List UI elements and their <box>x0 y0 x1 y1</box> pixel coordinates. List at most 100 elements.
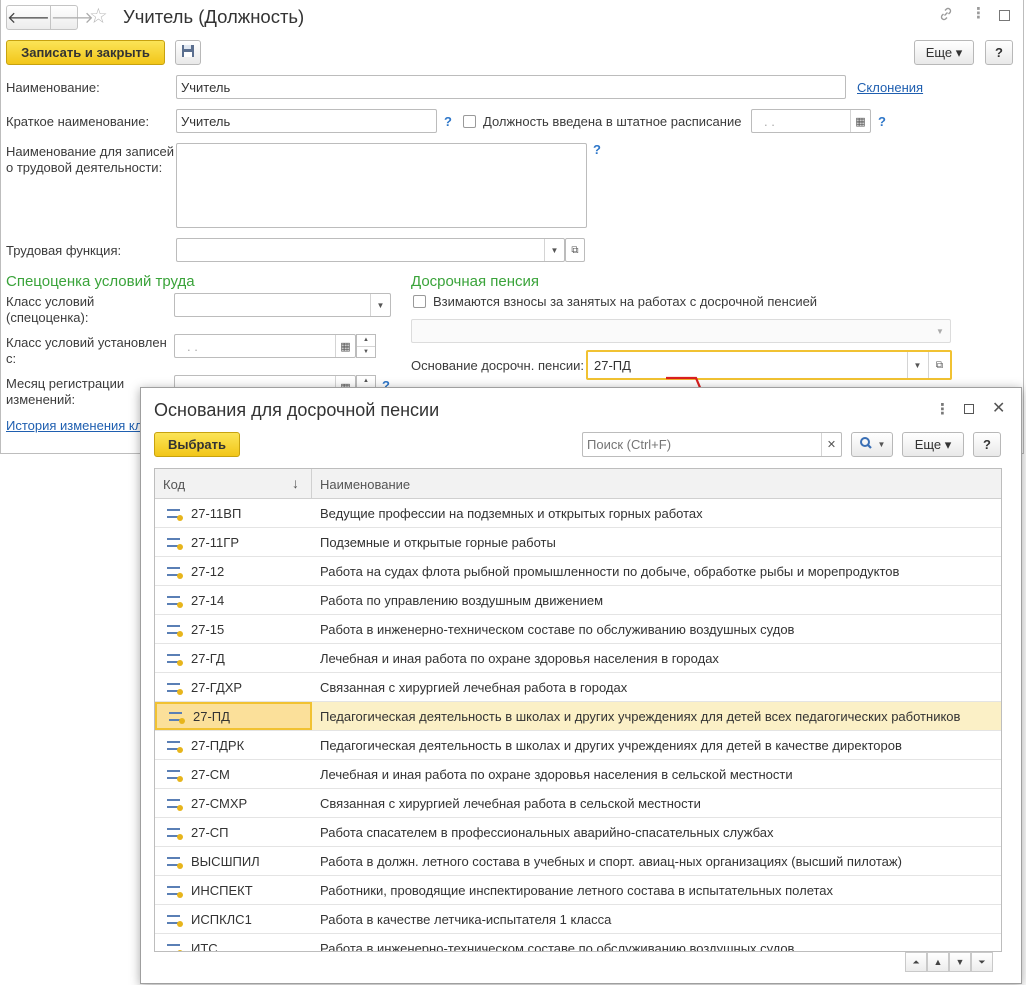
chevron-down-icon[interactable]: ▼ <box>930 320 950 342</box>
staff-schedule-date-input[interactable]: . . ▦ <box>751 109 871 133</box>
early-pension-basis-field[interactable]: 27-ПД ▼ ⧉ <box>586 350 952 380</box>
code-cell: 27-12 <box>155 557 312 585</box>
open-form-icon[interactable]: ⧉ <box>565 238 585 262</box>
table-row[interactable]: 27-11ГР Подземные и открытые горные работ… <box>155 528 1001 557</box>
name-cell: Работа на судах флота рыбной промышленно… <box>320 563 900 579</box>
table-row[interactable]: 27-11ВП Ведущие профессии на подземных и … <box>155 499 1001 528</box>
chevron-down-icon[interactable]: ▼ <box>544 239 564 261</box>
early-pension-type-select[interactable]: ▼ <box>411 319 951 343</box>
table-row[interactable]: 27-14 Работа по управлению воздушным движ… <box>155 586 1001 615</box>
labor-records-help-icon[interactable]: ? <box>593 142 601 157</box>
short-name-input[interactable]: Учитель <box>176 109 437 133</box>
name-cell: Работники, проводящие инспектирование ле… <box>320 882 834 898</box>
code-cell: 27-15 <box>155 615 312 643</box>
conditions-class-label: Класс условий (спецоценка): <box>6 294 95 325</box>
save-button[interactable] <box>175 40 201 65</box>
nav-buttons: 🡐 🡒 <box>6 5 94 30</box>
scroll-down-icon[interactable]: ▼ <box>949 952 971 972</box>
table-row[interactable]: 27-12 Работа на судах флота рыбной промыш… <box>155 557 1001 586</box>
dialog-more-menu-button[interactable]: Еще ▾ <box>902 432 964 457</box>
table-row[interactable]: 27-ГДХР Связанная с хирургией лечебная ра… <box>155 673 1001 702</box>
catalog-item-icon <box>167 624 183 637</box>
favorite-star-icon[interactable]: ☆ <box>89 5 108 29</box>
code-cell: 27-11ВП <box>155 499 312 527</box>
clear-search-icon[interactable]: ✕ <box>821 433 841 456</box>
name-cell: Работа в должн. летного состава в учебны… <box>320 853 902 869</box>
name-cell: Работа спасателем в профессиональных ава… <box>320 824 774 840</box>
class-set-since-date-input[interactable]: . . ▦ <box>174 334 356 358</box>
save-and-close-button[interactable]: Записать и закрыть <box>6 40 165 65</box>
table-row[interactable]: ИТС Работа в инженерно-техническом состав… <box>155 934 1001 951</box>
column-header-code[interactable]: Код ↓ <box>155 469 312 498</box>
name-cell: Лечебная и иная работа по охране здоровь… <box>320 766 793 782</box>
table-row[interactable]: ВЫСШПИЛ Работа в должн. летного состава в… <box>155 847 1001 876</box>
table-row[interactable]: 27-ПД Педагогическая деятельность в школа… <box>155 702 1001 731</box>
open-form-icon[interactable]: ⧉ <box>928 352 950 378</box>
code-text: ИСПКЛС1 <box>191 911 252 927</box>
search-input[interactable] <box>585 434 817 455</box>
help-button[interactable]: ? <box>985 40 1013 65</box>
early-pension-basis-dialog: Основания для досрочной пенсии ⋮ ✕ Выбра… <box>140 387 1022 984</box>
column-header-name[interactable]: Наименование <box>312 469 1001 498</box>
table-row[interactable]: 27-СМХР Связанная с хирургией лечебная ра… <box>155 789 1001 818</box>
page-title: Учитель (Должность) <box>123 6 305 27</box>
staff-schedule-help-icon[interactable]: ? <box>878 114 886 129</box>
maximize-icon[interactable] <box>964 404 974 414</box>
scroll-to-bottom-icon[interactable]: ⏷ <box>971 952 993 972</box>
table-row[interactable]: ИСПКЛС1 Работа в качестве летчика-испытат… <box>155 905 1001 934</box>
scroll-up-icon[interactable]: ▲ <box>927 952 949 972</box>
code-text: 27-11ГР <box>191 534 239 550</box>
conditions-class-select[interactable]: ▼ <box>174 293 391 317</box>
code-cell: 27-11ГР <box>155 528 312 556</box>
short-name-help-icon[interactable]: ? <box>444 114 452 129</box>
class-history-link[interactable]: История изменения кл <box>6 418 142 433</box>
main-form-window: 🡐 🡒 ☆ Учитель (Должность) ⋮ Записать и з… <box>0 0 1024 454</box>
declensions-link[interactable]: Склонения <box>857 80 923 95</box>
more-actions-icon[interactable]: ⋮ <box>971 4 986 22</box>
link-icon[interactable] <box>938 6 954 26</box>
table-row[interactable]: 27-СМ Лечебная и иная работа по охране зд… <box>155 760 1001 789</box>
catalog-item-icon <box>167 943 183 951</box>
class-set-since-label: Класс условий установлен с: <box>6 335 167 366</box>
calendar-icon[interactable]: ▦ <box>335 335 355 357</box>
name-cell: Педагогическая деятельность в школах и д… <box>320 708 961 724</box>
calendar-icon[interactable]: ▦ <box>850 110 870 132</box>
table-row[interactable]: 27-СП Работа спасателем в профессиональны… <box>155 818 1001 847</box>
name-input[interactable]: Учитель <box>176 75 846 99</box>
staff-schedule-checkbox[interactable] <box>463 115 476 128</box>
catalog-item-icon <box>167 566 183 579</box>
table-row[interactable]: ИНСПЕКТ Работники, проводящие инспектиров… <box>155 876 1001 905</box>
early-pension-contributions-label: Взимаются взносы за занятых на работах с… <box>433 294 818 309</box>
early-pension-contributions-checkbox[interactable] <box>413 295 426 308</box>
dialog-help-button[interactable]: ? <box>973 432 1001 457</box>
close-icon[interactable]: ✕ <box>992 398 1005 418</box>
back-button[interactable]: 🡐 <box>7 6 50 29</box>
search-icon <box>859 436 875 453</box>
code-cell: 27-14 <box>155 586 312 614</box>
catalog-item-icon <box>167 595 183 608</box>
chevron-down-icon[interactable]: ▼ <box>370 294 390 316</box>
search-button[interactable]: ▼ <box>851 432 893 457</box>
more-actions-icon[interactable]: ⋮ <box>935 400 950 418</box>
catalog-item-icon <box>167 827 183 840</box>
class-date-spinner[interactable]: ▲ ▼ <box>356 334 376 358</box>
short-name-label: Краткое наименование: <box>6 114 150 129</box>
table-row[interactable]: 27-ГД Лечебная и иная работа по охране зд… <box>155 644 1001 673</box>
name-cell: Связанная с хирургией лечебная работа в … <box>320 795 701 811</box>
search-field[interactable]: ✕ <box>582 432 842 457</box>
table-row[interactable]: 27-15 Работа в инженерно-техническом сост… <box>155 615 1001 644</box>
code-text: 27-СП <box>191 824 229 840</box>
select-button[interactable]: Выбрать <box>154 432 240 457</box>
labor-function-select[interactable]: ▼ <box>176 238 565 262</box>
scroll-to-top-icon[interactable]: ⏶ <box>905 952 927 972</box>
forward-button[interactable]: 🡒 <box>49 6 94 29</box>
labor-records-name-textarea[interactable] <box>176 143 587 228</box>
code-cell: 27-СМХР <box>155 789 312 817</box>
staff-schedule-label: Должность введена в штатное расписание <box>483 114 742 129</box>
maximize-icon[interactable] <box>999 10 1010 21</box>
code-text: 27-14 <box>191 592 225 608</box>
code-text: 27-12 <box>191 563 225 579</box>
table-row[interactable]: 27-ПДРК Педагогическая деятельность в шко… <box>155 731 1001 760</box>
more-menu-button[interactable]: Еще ▾ <box>914 40 974 65</box>
chevron-down-icon[interactable]: ▼ <box>907 352 927 378</box>
